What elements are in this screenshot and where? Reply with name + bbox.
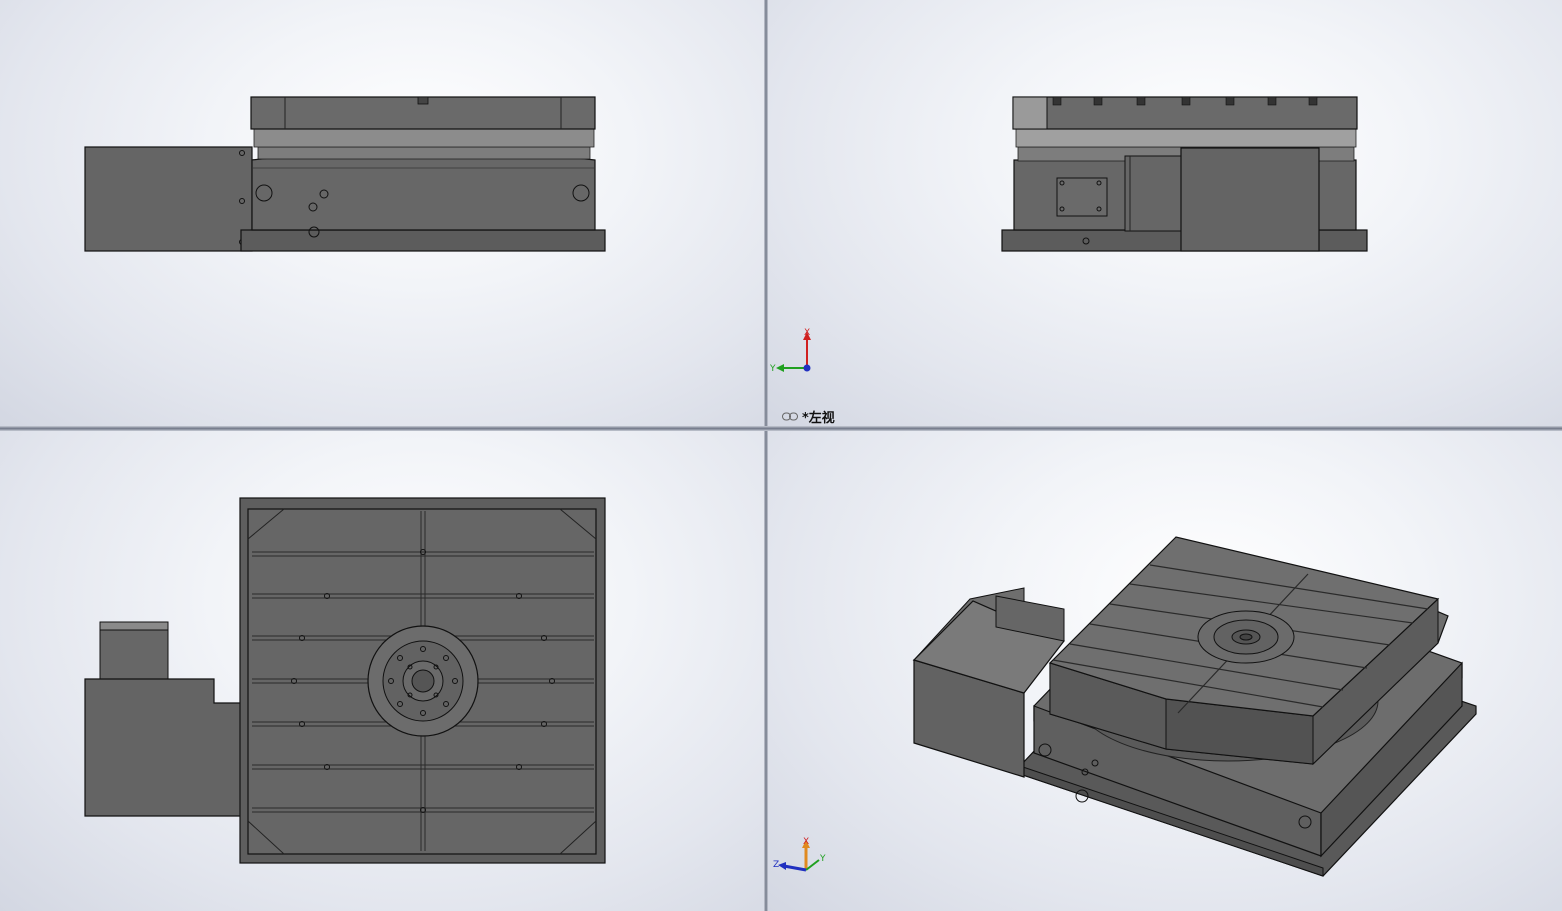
view-name-text: *左视 xyxy=(802,411,835,426)
top-view-model[interactable] xyxy=(0,431,764,911)
left-view-model[interactable] xyxy=(768,0,1562,426)
svg-text:X: X xyxy=(804,328,810,338)
coordinate-triad: X Y xyxy=(769,326,820,380)
svg-text:Y: Y xyxy=(819,854,826,864)
viewport-isometric[interactable]: X Y Z xyxy=(768,431,1562,911)
link-icon xyxy=(782,412,798,421)
viewport-horizontal-splitter[interactable] xyxy=(0,426,1562,431)
coordinate-triad: X Y Z xyxy=(772,836,832,890)
front-view-model[interactable] xyxy=(0,0,764,426)
viewport-vertical-splitter[interactable] xyxy=(764,0,768,911)
view-name-label: *左视 xyxy=(782,407,835,426)
svg-text:Z: Z xyxy=(773,860,779,870)
viewport-top[interactable] xyxy=(0,431,764,911)
isometric-view-model[interactable] xyxy=(768,431,1562,911)
svg-text:Y: Y xyxy=(770,364,776,374)
viewport-front[interactable] xyxy=(0,0,764,426)
viewport-left[interactable]: X Y *左视 xyxy=(768,0,1562,426)
svg-text:X: X xyxy=(803,837,809,847)
